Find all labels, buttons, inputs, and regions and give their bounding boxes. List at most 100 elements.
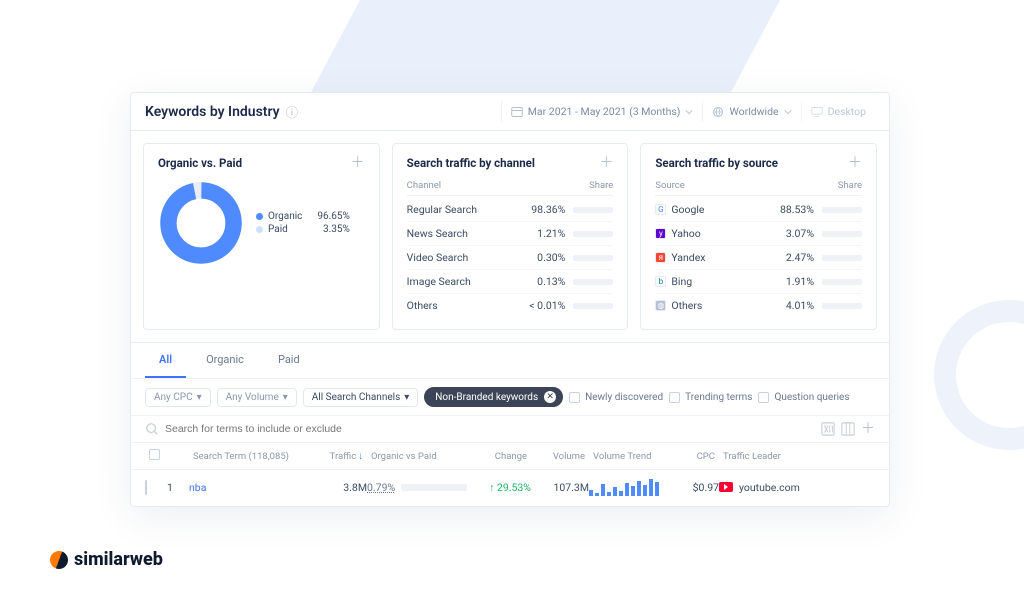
device-label: Desktop bbox=[828, 105, 866, 118]
share-bar bbox=[822, 255, 862, 261]
channel-value: 1.21% bbox=[519, 227, 565, 240]
cell-trend-spark bbox=[589, 478, 673, 496]
cell-ovp-pct: 0.79% bbox=[367, 481, 395, 494]
globe-icon bbox=[712, 106, 724, 118]
info-icon[interactable]: ⓘ bbox=[286, 102, 299, 121]
columns-settings-icon[interactable] bbox=[841, 422, 855, 436]
col-organic-vs-paid[interactable]: Organic vs Paid bbox=[367, 451, 467, 462]
source-value: 1.91% bbox=[768, 275, 814, 288]
tabs: All Organic Paid bbox=[131, 342, 889, 378]
select-all-checkbox[interactable] bbox=[149, 449, 160, 460]
col-traffic[interactable]: Traffic↓ bbox=[301, 451, 367, 462]
source-row: yYahoo 3.07% bbox=[655, 222, 862, 246]
page-title: Keywords by Industry bbox=[145, 104, 280, 120]
calendar-icon bbox=[511, 106, 523, 118]
cell-cpc: $0.97 bbox=[673, 481, 719, 494]
channel-row: Others < 0.01% bbox=[407, 294, 614, 317]
chevron-down-icon: ▾ bbox=[197, 392, 202, 403]
channel-row: Video Search 0.30% bbox=[407, 246, 614, 270]
card-add-button[interactable]: ＋ bbox=[848, 156, 862, 170]
filter-bar: Any CPC▾ Any Volume▾ All Search Channels… bbox=[131, 378, 889, 415]
add-button[interactable]: ＋ bbox=[861, 422, 875, 436]
brand-logo: similarweb bbox=[50, 549, 163, 570]
card-traffic-by-source: Search traffic by source ＋ SourceShare G… bbox=[640, 143, 877, 330]
col-volume[interactable]: Volume bbox=[531, 451, 589, 462]
source-row: bBing 1.91% bbox=[655, 270, 862, 294]
close-icon[interactable]: ✕ bbox=[544, 391, 556, 403]
channel-value: < 0.01% bbox=[519, 299, 565, 312]
chevron-down-icon: ▾ bbox=[283, 392, 288, 403]
filter-trending[interactable]: Trending terms bbox=[669, 392, 752, 403]
cards-row: Organic vs. Paid ＋ Organic96.65% Paid3.3… bbox=[131, 131, 889, 342]
channel-value: 98.36% bbox=[519, 203, 565, 216]
card-add-button[interactable]: ＋ bbox=[351, 156, 365, 170]
col-channel: Channel bbox=[407, 180, 441, 191]
checkbox-icon bbox=[569, 392, 580, 403]
row-checkbox[interactable] bbox=[145, 480, 147, 495]
source-label: Yahoo bbox=[671, 227, 700, 240]
col-source: Source bbox=[655, 180, 684, 191]
tab-paid[interactable]: Paid bbox=[264, 343, 314, 378]
card-title: Organic vs. Paid bbox=[158, 156, 242, 170]
col-traffic-leader[interactable]: Traffic Leader bbox=[719, 451, 875, 462]
channel-label: News Search bbox=[407, 227, 520, 240]
share-bar bbox=[573, 231, 613, 237]
channel-row: News Search 1.21% bbox=[407, 222, 614, 246]
device-picker[interactable]: Desktop bbox=[801, 101, 875, 122]
card-title: Search traffic by channel bbox=[407, 156, 535, 170]
col-search-term[interactable]: Search Term (118,085) bbox=[189, 451, 301, 462]
filter-questions[interactable]: Question queries bbox=[758, 392, 849, 403]
share-bar bbox=[573, 279, 613, 285]
filter-non-branded[interactable]: Non-Branded keywords✕ bbox=[424, 387, 563, 407]
export-excel-icon[interactable] bbox=[821, 422, 835, 436]
share-bar bbox=[573, 207, 613, 213]
source-value: 2.47% bbox=[768, 251, 814, 264]
source-label: Google bbox=[671, 203, 704, 216]
date-range-label: Mar 2021 - May 2021 (3 Months) bbox=[528, 105, 681, 118]
share-bar bbox=[573, 303, 613, 309]
source-value: 3.07% bbox=[768, 227, 814, 240]
legend-organic-pct: 96.65% bbox=[307, 211, 349, 222]
source-value: 4.01% bbox=[768, 299, 814, 312]
col-change[interactable]: Change bbox=[467, 451, 531, 462]
cell-change: ↑ 29.53% bbox=[467, 481, 531, 494]
tab-organic[interactable]: Organic bbox=[192, 343, 258, 378]
col-cpc[interactable]: CPC bbox=[673, 451, 719, 462]
card-title: Search traffic by source bbox=[655, 156, 778, 170]
channel-value: 0.13% bbox=[519, 275, 565, 288]
date-range-picker[interactable]: Mar 2021 - May 2021 (3 Months) bbox=[501, 101, 703, 122]
sort-desc-icon: ↓ bbox=[358, 451, 363, 462]
filter-any-volume[interactable]: Any Volume▾ bbox=[217, 388, 297, 407]
share-bar bbox=[822, 231, 862, 237]
filter-all-channels[interactable]: All Search Channels▾ bbox=[303, 388, 419, 407]
table-header: Search Term (118,085) Traffic↓ Organic v… bbox=[131, 443, 889, 470]
card-add-button[interactable]: ＋ bbox=[599, 156, 613, 170]
card-traffic-by-channel: Search traffic by channel ＋ Channel Share… bbox=[392, 143, 629, 330]
youtube-icon bbox=[719, 482, 733, 492]
cell-leader: youtube.com bbox=[739, 481, 800, 494]
filter-newly-discovered[interactable]: Newly discovered bbox=[569, 392, 663, 403]
tab-all[interactable]: All bbox=[145, 343, 186, 378]
region-picker[interactable]: Worldwide bbox=[702, 101, 800, 122]
search-input[interactable] bbox=[165, 423, 815, 435]
keyword-link[interactable]: nba bbox=[189, 481, 206, 494]
source-row: GGoogle 88.53% bbox=[655, 198, 862, 222]
app-window: Keywords by Industry ⓘ Mar 2021 - May 20… bbox=[130, 92, 890, 507]
col-volume-trend[interactable]: Volume Trend bbox=[589, 451, 673, 462]
legend-organic-label: Organic bbox=[268, 211, 302, 222]
chevron-down-icon bbox=[784, 108, 792, 116]
legend-paid-label: Paid bbox=[268, 224, 288, 235]
cell-volume: 107.3M bbox=[531, 481, 589, 494]
legend-dot-organic bbox=[256, 213, 263, 220]
channel-label: Image Search bbox=[407, 275, 520, 288]
share-bar bbox=[822, 303, 862, 309]
table-row[interactable]: 1 nba 3.8M 0.79% ↑ 29.53% 107.3M $0.97 y… bbox=[131, 470, 889, 504]
filter-any-cpc[interactable]: Any CPC▾ bbox=[145, 388, 211, 407]
source-row: яYandex 2.47% bbox=[655, 246, 862, 270]
source-icon: ◍ bbox=[655, 300, 666, 311]
channel-row: Image Search 0.13% bbox=[407, 270, 614, 294]
checkbox-icon bbox=[669, 392, 680, 403]
brand-name: similarweb bbox=[74, 549, 163, 570]
card-organic-vs-paid: Organic vs. Paid ＋ Organic96.65% Paid3.3… bbox=[143, 143, 380, 330]
col-share: Share bbox=[589, 180, 613, 191]
